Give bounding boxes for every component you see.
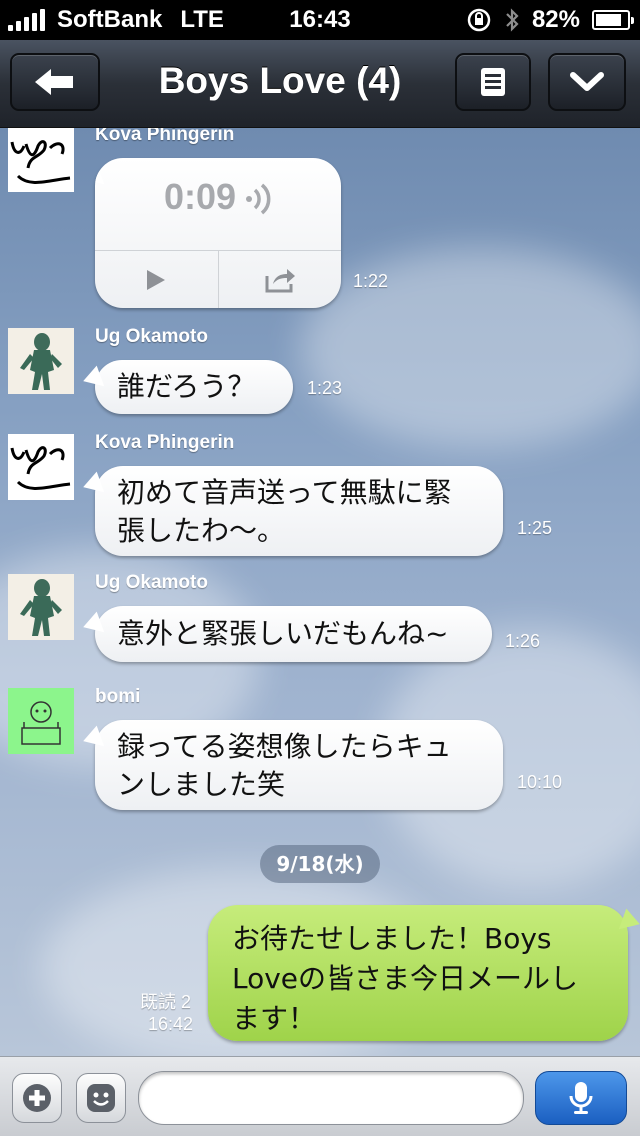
- message-text: お待たせしました！Boys: [232, 922, 552, 955]
- message-bubble[interactable]: 誰だろう？: [95, 360, 293, 414]
- play-button[interactable]: [95, 251, 218, 308]
- plus-icon: [23, 1084, 51, 1112]
- share-button[interactable]: [217, 251, 342, 308]
- battery-percent: 82%: [531, 6, 580, 33]
- chevron-down-icon: [570, 72, 604, 91]
- message-text: 意外と緊張しいだもんね~: [117, 617, 449, 650]
- message-text: 誰だろう？: [117, 370, 256, 403]
- message-bubble[interactable]: 録ってる姿想像したらキュ ンしました笑: [95, 720, 503, 810]
- rotation-lock-icon: [467, 8, 491, 32]
- message-text: 初めて音声送って無駄に緊: [117, 476, 452, 509]
- smiley-icon: [87, 1084, 115, 1112]
- message-bubble[interactable]: 初めて音声送って無駄に緊 張したわ〜。: [95, 466, 503, 556]
- message-text: 張したわ〜。: [117, 514, 286, 547]
- chat-area[interactable]: Kova Phingerin 0:09 1:22 Ug Okamoto 誰だろう…: [0, 128, 640, 1056]
- play-icon: [147, 269, 166, 290]
- message-time: 10:10: [517, 772, 563, 792]
- avatar[interactable]: [8, 328, 74, 394]
- sender-name: Kova Phingerin: [95, 432, 235, 453]
- microphone-icon: [569, 1082, 593, 1114]
- status-bar: SoftBank LTE 16:43 82%: [0, 0, 640, 40]
- back-button[interactable]: [10, 53, 100, 111]
- sender-name: bomi: [95, 686, 141, 707]
- message-text: ンしました笑: [117, 768, 286, 801]
- collapse-button[interactable]: [548, 53, 626, 111]
- message-text: 録ってる姿想像したらキュ: [117, 730, 452, 763]
- avatar[interactable]: [8, 128, 74, 192]
- sender-name: Ug Okamoto: [95, 572, 208, 593]
- message-time: 16:42: [148, 1014, 194, 1034]
- bluetooth-icon: [506, 8, 519, 32]
- date-separator: 9/18(水): [260, 845, 380, 883]
- avatar[interactable]: [8, 574, 74, 640]
- avatar[interactable]: [8, 434, 74, 500]
- message-text: Loveの皆さま今日メールし: [232, 962, 579, 995]
- message-bubble[interactable]: 意外と緊張しいだもんね~: [95, 606, 492, 662]
- menu-button[interactable]: [455, 53, 531, 111]
- voice-duration: 0:09: [95, 178, 341, 216]
- voice-message-bubble[interactable]: 0:09: [95, 158, 341, 308]
- message-text: ます！: [232, 1002, 317, 1035]
- message-time: 1:26: [505, 631, 541, 651]
- chat-title: Boys Love (4): [158, 60, 402, 101]
- message-input[interactable]: [138, 1071, 524, 1125]
- battery-icon: [592, 10, 634, 30]
- sticker-button[interactable]: [76, 1073, 126, 1123]
- sender-name: Kova Phingerin: [95, 128, 235, 145]
- read-status: 既読 2: [140, 992, 192, 1012]
- sound-wave-icon: [246, 184, 271, 215]
- my-message-bubble[interactable]: お待たせしました！Boys Loveの皆さま今日メールし ます！: [208, 905, 628, 1041]
- list-icon: [481, 68, 505, 96]
- add-button[interactable]: [12, 1073, 62, 1123]
- back-arrow-icon: [35, 69, 73, 95]
- avatar[interactable]: [8, 688, 74, 754]
- nav-bar: Boys Love (4): [0, 40, 640, 128]
- voice-button[interactable]: [535, 1071, 627, 1125]
- message-time: 1:25: [517, 518, 553, 538]
- share-icon: [265, 268, 295, 292]
- message-time: 1:23: [307, 378, 343, 398]
- sender-name: Ug Okamoto: [95, 326, 208, 347]
- input-bar: [0, 1056, 640, 1136]
- message-time: 1:22: [353, 271, 389, 291]
